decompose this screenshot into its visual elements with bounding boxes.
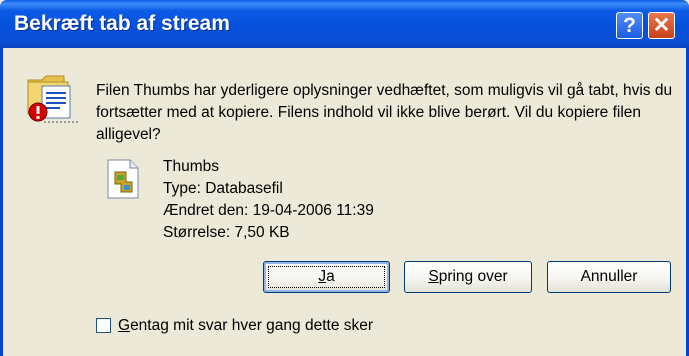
skip-button[interactable]: Spring over — [404, 261, 532, 293]
help-button[interactable]: ? — [616, 12, 643, 39]
repeat-answer-label: Gentag mit svar hver gang dette sker — [118, 317, 374, 334]
repeat-answer-checkbox[interactable] — [96, 318, 111, 333]
file-modified: Ændret den: 19-04-2006 11:39 — [163, 202, 374, 219]
file-size: Størrelse: 7,50 KB — [163, 224, 290, 241]
file-name: Thumbs — [163, 158, 219, 175]
dialog-title: Bekræft tab af stream — [14, 12, 230, 35]
help-icon: ? — [623, 14, 636, 37]
cancel-button[interactable]: Annuller — [547, 261, 671, 293]
close-button[interactable]: ✕ — [648, 12, 675, 39]
yes-button[interactable]: Ja — [263, 261, 390, 293]
file-type: Type: Databasefil — [163, 180, 283, 197]
yes-button-label: Ja — [318, 268, 335, 285]
file-info: Thumbs Type: Databasefil Ændret den: 19-… — [163, 156, 374, 244]
close-icon: ✕ — [652, 14, 671, 37]
title-bar[interactable]: Bekræft tab af stream ? ✕ — [0, 0, 689, 48]
folder-warning-icon — [27, 75, 78, 123]
cancel-button-label: Annuller — [580, 268, 638, 285]
database-file-icon — [107, 159, 139, 199]
confirmation-message: Filen Thumbs har yderligere oplysninger … — [96, 82, 673, 143]
skip-button-label: Spring over — [428, 268, 508, 285]
